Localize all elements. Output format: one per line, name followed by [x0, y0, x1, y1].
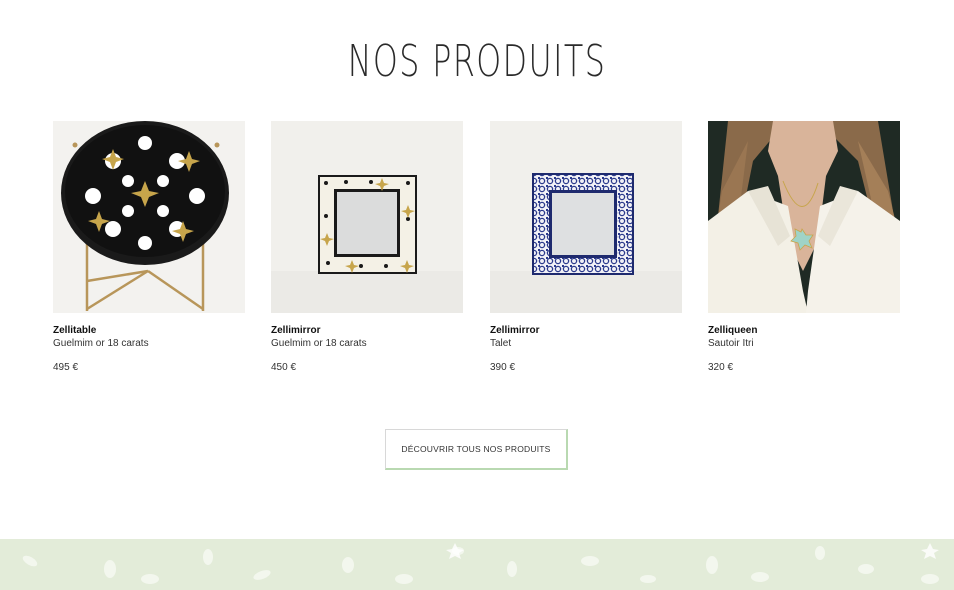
- product-variant: Sautoir Itri: [708, 338, 754, 349]
- decorative-leaf-band: [0, 539, 954, 590]
- product-card-zellimirror-guelmim[interactable]: Zellimirror Guelmim or 18 carats 450 €: [271, 121, 463, 374]
- product-card-zellitable[interactable]: Zellitable Guelmim or 18 carats 495 €: [53, 121, 245, 374]
- leaf-pattern-icon: [0, 539, 954, 590]
- section-title: NOS PRODUITS: [347, 36, 607, 87]
- product-price: 390 €: [490, 362, 516, 373]
- tiled-mirror-image[interactable]: [271, 121, 463, 313]
- blue-tiled-mirror-image[interactable]: [490, 121, 682, 313]
- product-grid: Zellitable Guelmim or 18 carats 495 € Ze…: [53, 121, 901, 381]
- product-name[interactable]: Zellimirror: [490, 324, 682, 337]
- product-variant: Talet: [490, 338, 512, 349]
- products-page: NOS PRODUITS Zellitable Guelmim or 18 ca…: [0, 0, 954, 590]
- product-variant: Guelmim or 18 carats: [271, 338, 367, 349]
- product-name[interactable]: Zelliqueen: [708, 324, 900, 337]
- product-variant: Guelmim or 18 carats: [53, 338, 149, 349]
- product-card-zelliqueen[interactable]: Zelliqueen Sautoir Itri 320 €: [708, 121, 900, 374]
- product-card-zellimirror-talet[interactable]: Zellimirror Talet 390 €: [490, 121, 682, 374]
- discover-all-products-button[interactable]: DÉCOUVRIR TOUS NOS PRODUITS: [385, 429, 568, 470]
- product-price: 495 €: [53, 362, 79, 373]
- product-name[interactable]: Zellitable: [53, 324, 245, 337]
- mosaic-side-table-image[interactable]: [53, 121, 245, 313]
- product-price: 450 €: [271, 362, 297, 373]
- product-price: 320 €: [708, 362, 734, 373]
- product-name[interactable]: Zellimirror: [271, 324, 463, 337]
- necklace-model-image[interactable]: [708, 121, 900, 313]
